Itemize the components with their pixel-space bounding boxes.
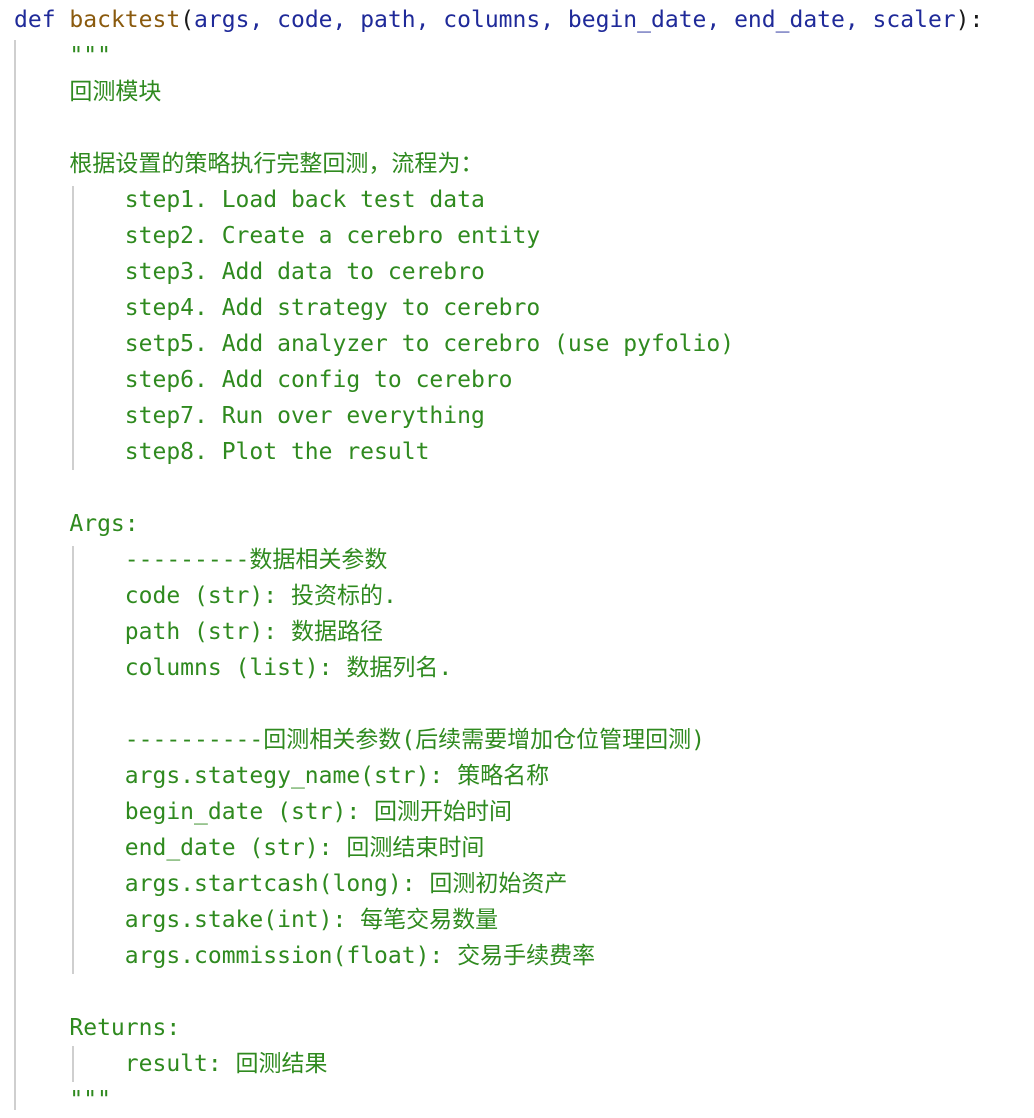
docstring-line: step4. Add strategy to cerebro (14, 295, 541, 321)
docstring-line: columns (list): 数据列名. (14, 655, 453, 681)
docstring-line: end_date (str): 回测结束时间 (14, 835, 485, 861)
docstring-line: """ (14, 1087, 111, 1113)
docstring-line: args.stategy_name(str): 策略名称 (14, 763, 550, 789)
docstring-line: step1. Load back test data (14, 187, 485, 213)
docstring-line: 回测模块 (14, 79, 162, 105)
docstring-line: begin_date (str): 回测开始时间 (14, 799, 513, 825)
docstring-line: step7. Run over everything (14, 403, 485, 429)
docstring-line: args.commission(float): 交易手续费率 (14, 943, 596, 969)
code-line-signature: def backtest(args, code, path, columns, … (14, 2, 983, 38)
keyword-def: def (14, 7, 56, 33)
docstring-line: path (str): 数据路径 (14, 619, 383, 645)
open-paren: ( (180, 7, 195, 33)
docstring-line: args.stake(int): 每笔交易数量 (14, 907, 499, 933)
docstring-line: args.startcash(long): 回测初始资产 (14, 871, 568, 897)
docstring-line: ----------回测相关参数(后续需要增加仓位管理回测) (14, 727, 705, 753)
docstring-line: step3. Add data to cerebro (14, 259, 485, 285)
code-editor[interactable]: def backtest(args, code, path, columns, … (0, 0, 1034, 1113)
function-name: backtest (69, 7, 181, 33)
docstring-line: step8. Plot the result (14, 439, 430, 465)
close-paren-colon: ): (955, 7, 984, 33)
docstring-line: code (str): 投资标的. (14, 583, 397, 609)
docstring-line: step2. Create a cerebro entity (14, 223, 541, 249)
docstring-line: Args: (14, 511, 139, 537)
docstring-line: setp5. Add analyzer to cerebro (use pyfo… (14, 331, 735, 357)
docstring-line: Returns: (14, 1015, 181, 1041)
docstring-line: ---------数据相关参数 (14, 547, 388, 573)
docstring-line: result: 回测结果 (14, 1051, 328, 1077)
docstring-line: 根据设置的策略执行完整回测，流程为： (14, 151, 484, 177)
docstring-line: """ (14, 43, 111, 69)
function-params: args, code, path, columns, begin_date, e… (194, 7, 956, 33)
docstring-line: step6. Add config to cerebro (14, 367, 513, 393)
